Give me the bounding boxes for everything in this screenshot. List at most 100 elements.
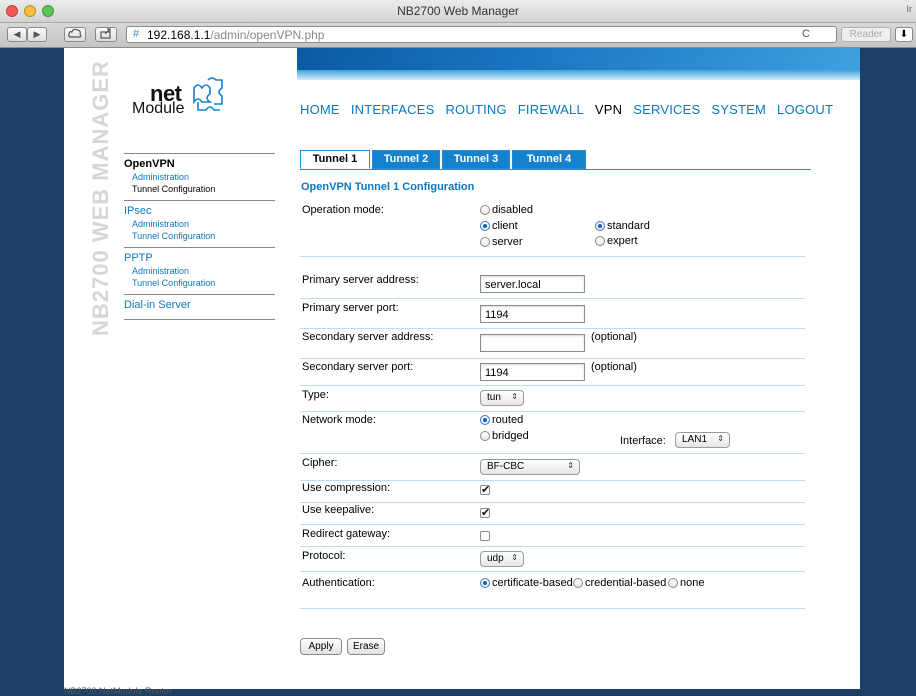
secondary-port-optional-note: (optional) xyxy=(591,361,637,373)
radio-expert-label: expert xyxy=(607,235,638,247)
type-select[interactable]: tun ⇕ xyxy=(480,390,524,406)
radio-server[interactable]: server xyxy=(480,236,523,248)
use-keepalive-label: Use keepalive: xyxy=(302,504,375,516)
address-bar[interactable]: # 192.168.1.1/admin/openVPN.php C xyxy=(126,26,837,43)
interface-label: Interface: xyxy=(620,435,666,447)
radio-routed-label: routed xyxy=(492,414,524,426)
sidebar-item-dialin-server[interactable]: Dial-in Server xyxy=(124,299,275,311)
radio-credential-based-icon[interactable] xyxy=(573,578,583,588)
primary-server-port-label-text: Primary server port: xyxy=(302,302,399,314)
use-keepalive-checkbox[interactable] xyxy=(480,506,490,519)
radio-client[interactable]: client xyxy=(480,220,518,232)
tab-tunnel-2[interactable]: Tunnel 2 xyxy=(372,150,440,169)
use-compression-checkbox[interactable] xyxy=(480,483,490,496)
radio-standard-icon[interactable] xyxy=(595,221,605,231)
radio-routed[interactable]: routed xyxy=(480,414,523,426)
nav-vpn[interactable]: VPN xyxy=(595,102,622,117)
cipher-select-value: BF-CBC xyxy=(487,461,525,472)
sidebar-menu: OpenVPN Administration Tunnel Configurat… xyxy=(124,153,275,320)
radio-server-icon[interactable] xyxy=(480,237,490,247)
share-button[interactable] xyxy=(95,27,117,42)
nav-home[interactable]: HOME xyxy=(300,102,340,117)
redirect-gateway-label: Redirect gateway: xyxy=(302,528,391,540)
radio-certificate-based-icon[interactable] xyxy=(480,578,490,588)
radio-bridged-label: bridged xyxy=(492,430,529,442)
sidebar-item-openvpn-administration[interactable]: Administration xyxy=(132,171,275,183)
type-select-value: tun xyxy=(487,392,501,403)
forward-button[interactable]: ▶ xyxy=(27,27,47,42)
primary-server-address-input[interactable]: server.local xyxy=(480,275,585,293)
redirect-gateway-checkbox[interactable] xyxy=(480,531,490,541)
back-button[interactable]: ◀ xyxy=(7,27,27,42)
radio-credential-based[interactable]: credential-based xyxy=(573,577,666,589)
sidebar-item-ipsec-administration[interactable]: Administration xyxy=(132,218,275,230)
radio-none[interactable]: none xyxy=(668,577,704,589)
apply-button[interactable]: Apply xyxy=(300,638,342,655)
url-path: /admin/openVPN.php xyxy=(210,28,325,42)
cipher-select[interactable]: BF-CBC ⇕ xyxy=(480,459,580,475)
sidebar-item-pptp[interactable]: PPTP xyxy=(124,252,275,264)
nav-logout[interactable]: LOGOUT xyxy=(777,102,833,117)
config-title: OpenVPN Tunnel 1 Configuration xyxy=(301,181,475,193)
protocol-select[interactable]: udp ⇕ xyxy=(480,551,524,567)
sidebar-group-openvpn: OpenVPN Administration Tunnel Configurat… xyxy=(124,153,275,200)
interface-select[interactable]: LAN1 ⇕ xyxy=(675,432,730,448)
share-icon xyxy=(100,28,111,39)
radio-bridged-icon[interactable] xyxy=(480,431,490,441)
bookmarks-button[interactable] xyxy=(64,27,86,42)
primary-server-port-input[interactable]: 1194 xyxy=(480,305,585,323)
puzzle-logo-icon xyxy=(193,77,223,111)
download-icon[interactable]: ⬇ xyxy=(895,27,913,42)
side-product-title: NB2700 WEB MANAGER xyxy=(88,60,113,336)
radio-bridged[interactable]: bridged xyxy=(480,430,529,442)
nav-firewall[interactable]: FIREWALL xyxy=(518,102,584,117)
sidebar-group-dialin: Dial-in Server xyxy=(124,294,275,319)
cloud-icon xyxy=(68,28,82,38)
radio-none-icon[interactable] xyxy=(668,578,678,588)
radio-client-icon[interactable] xyxy=(480,221,490,231)
window-title: NB2700 Web Manager xyxy=(397,4,519,18)
sidebar-item-ipsec[interactable]: IPsec xyxy=(124,205,275,217)
tab-tunnel-1[interactable]: Tunnel 1 xyxy=(300,150,370,169)
secondary-server-address-label: Secondary server address: xyxy=(302,331,434,343)
protocol-label: Protocol: xyxy=(302,550,346,562)
row-authentication: Authentication: certificate-based creden… xyxy=(300,577,805,609)
site-icon: # xyxy=(133,28,140,40)
radio-expert-icon[interactable] xyxy=(595,236,605,246)
sidebar-item-openvpn-tunnel-configuration[interactable]: Tunnel Configuration xyxy=(132,183,275,195)
radio-standard-label: standard xyxy=(607,220,650,232)
radio-routed-icon[interactable] xyxy=(480,415,490,425)
nav-routing[interactable]: ROUTING xyxy=(445,102,506,117)
tunnel-tabs: Tunnel 1 Tunnel 2 Tunnel 3 Tunnel 4 xyxy=(300,150,811,170)
sidebar-item-openvpn[interactable]: OpenVPN xyxy=(124,158,275,170)
nav-services[interactable]: SERVICES xyxy=(633,102,700,117)
tab-tunnel-3[interactable]: Tunnel 3 xyxy=(442,150,510,169)
radio-standard[interactable]: standard xyxy=(595,220,650,232)
network-mode-label: Network mode: xyxy=(302,414,376,426)
erase-button[interactable]: Erase xyxy=(347,638,385,655)
reader-button[interactable]: Reader xyxy=(841,27,891,42)
type-label: Type: xyxy=(302,389,329,401)
radio-disabled[interactable]: disabled xyxy=(480,204,533,216)
secondary-server-address-input[interactable] xyxy=(480,334,585,352)
radio-certificate-based[interactable]: certificate-based xyxy=(480,577,573,589)
main-nav: HOME INTERFACES ROUTING FIREWALL VPN SERVICES… xyxy=(300,102,844,117)
sidebar-item-ipsec-tunnel-configuration[interactable]: Tunnel Configuration xyxy=(132,230,275,242)
row-secondary-server-port: Secondary server port: 1194 (optional) xyxy=(300,361,805,386)
radio-none-label: none xyxy=(680,577,705,589)
reload-icon[interactable]: C xyxy=(802,28,810,40)
web-page: net Module HOME INTERFACES ROUTING FIREWALL… xyxy=(64,48,860,696)
url-host: 192.168.1.1 xyxy=(147,28,211,42)
sidebar-item-pptp-tunnel-configuration[interactable]: Tunnel Configuration xyxy=(132,277,275,289)
secondary-server-port-input[interactable]: 1194 xyxy=(480,363,585,381)
radio-disabled-icon[interactable] xyxy=(480,205,490,215)
secondary-address-optional-note: (optional) xyxy=(591,331,637,343)
radio-expert[interactable]: expert xyxy=(595,235,638,247)
nav-system[interactable]: SYSTEM xyxy=(711,102,766,117)
row-redirect-gateway: Redirect gateway: xyxy=(300,528,805,547)
sidebar-item-pptp-administration[interactable]: Administration xyxy=(132,265,275,277)
header-banner-fade xyxy=(297,70,860,80)
tab-tunnel-4[interactable]: Tunnel 4 xyxy=(512,150,586,169)
nav-interfaces[interactable]: INTERFACES xyxy=(351,102,435,117)
row-secondary-server-address: Secondary server address: (optional) xyxy=(300,331,805,359)
